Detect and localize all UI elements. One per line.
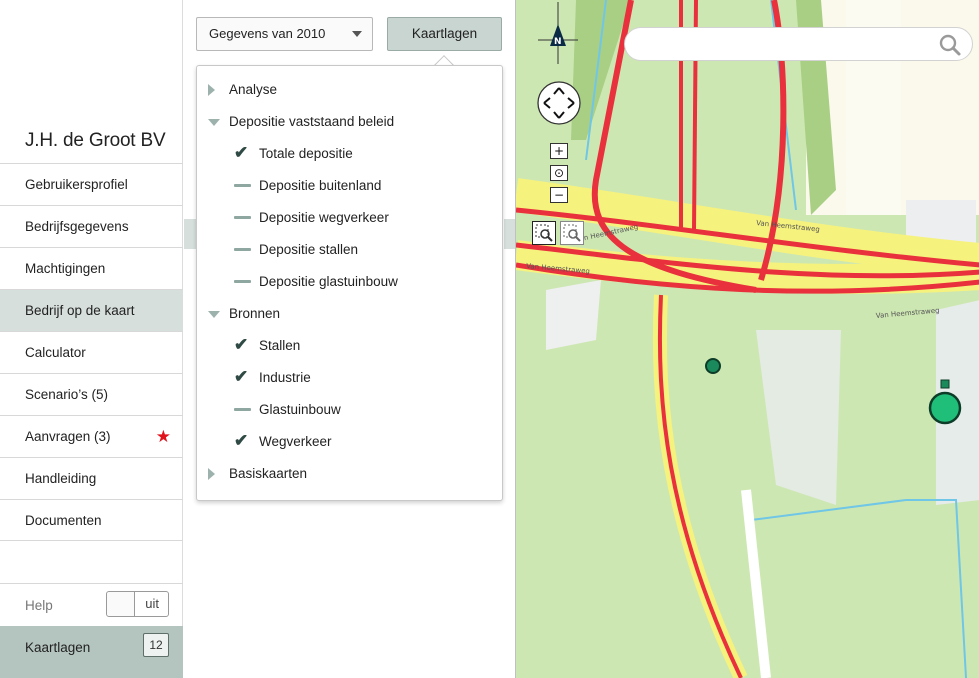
checkmark-icon: ✔	[234, 431, 249, 450]
nav-label: Machtigingen	[25, 261, 106, 276]
tree-item-depositie-wegverkeer[interactable]: Depositie wegverkeer	[197, 202, 497, 234]
map-highway	[652, 294, 748, 678]
tree-group-analyse[interactable]: Analyse	[208, 74, 278, 106]
nav-label: Handleiding	[25, 471, 97, 486]
tree-group-depositie[interactable]: Depositie vaststaand beleid	[208, 106, 395, 138]
nav-item-bedrijf-op-de-kaart[interactable]: Bedrijf op de kaart	[0, 289, 183, 331]
tree-label: Bronnen	[229, 306, 281, 321]
collapse-triangle-icon	[208, 311, 220, 318]
kaartlagen-button[interactable]: Kaartlagen	[387, 17, 502, 51]
tree-label: Depositie vaststaand beleid	[229, 114, 395, 129]
tree-item-depositie-stallen[interactable]: Depositie stallen	[197, 234, 497, 266]
road-label: Van Heemstraweg	[575, 223, 639, 244]
help-toggle[interactable]: uit	[106, 591, 169, 617]
kaartlagen-label: Kaartlagen	[25, 640, 91, 655]
panel-highlight-left	[184, 219, 196, 249]
nav-item-aanvragen[interactable]: Aanvragen (3) ★	[0, 415, 183, 457]
tree-item-depositie-glastuinbouw[interactable]: Depositie glastuinbouw	[197, 266, 497, 298]
map-building-plot	[546, 280, 601, 350]
road-label: Van Heemstraweg	[875, 306, 939, 320]
tree-item-wegverkeer[interactable]: ✔ Wegverkeer	[197, 426, 497, 458]
year-select-value: Gegevens van 2010	[209, 26, 326, 41]
map-search-input[interactable]	[624, 27, 973, 61]
tree-item-depositie-buitenland[interactable]: Depositie buitenland	[197, 170, 497, 202]
unchecked-dash-icon	[234, 184, 251, 187]
panel-highlight-right	[504, 219, 515, 249]
nav-item-bedrijfsgegevens[interactable]: Bedrijfsgegevens	[0, 205, 183, 247]
checkmark-icon: ✔	[234, 367, 249, 386]
tree-label: Stallen	[259, 338, 301, 353]
star-icon: ★	[155, 427, 171, 446]
tree-label: Basiskaarten	[229, 466, 308, 481]
zoom-out-icon[interactable]: −	[550, 187, 568, 203]
unchecked-dash-icon	[234, 216, 251, 219]
kaartlagen-count-badge: 12	[143, 633, 169, 657]
tree-label: Totale depositie	[259, 146, 353, 161]
year-select[interactable]: Gegevens van 2010	[196, 17, 373, 51]
tree-group-basiskaarten[interactable]: Basiskaarten	[208, 458, 308, 490]
toggle-state: uit	[145, 596, 159, 611]
checkmark-icon: ✔	[234, 335, 249, 354]
map-canvas[interactable]: Van Heemstraweg Van Heemstraweg Van Heem…	[515, 0, 979, 678]
tree-label: Analyse	[229, 82, 278, 97]
main-nav: Gebruikersprofiel Bedrijfsgegevens Macht…	[0, 163, 183, 541]
compass-icon[interactable]: N	[530, 2, 590, 132]
map-building-plot	[756, 330, 841, 505]
tree-item-totale-depositie[interactable]: ✔ Totale depositie	[197, 138, 497, 170]
sidebar: J.H. de Groot BV Gebruikersprofiel Bedri…	[0, 0, 183, 678]
nav-label: Aanvragen (3)	[25, 429, 111, 444]
nav-item-gebruikersprofiel[interactable]: Gebruikersprofiel	[0, 163, 183, 205]
checkmark-icon: ✔	[234, 143, 249, 162]
nav-item-documenten[interactable]: Documenten	[0, 499, 183, 541]
nav-item-handleiding[interactable]: Handleiding	[0, 457, 183, 499]
tree-group-bronnen[interactable]: Bronnen	[208, 298, 281, 330]
layers-dropdown: Analyse Depositie vaststaand beleid ✔ To…	[196, 65, 503, 501]
expand-triangle-icon	[208, 468, 215, 480]
nav-label: Gebruikersprofiel	[25, 177, 128, 192]
unchecked-dash-icon	[234, 280, 251, 283]
compass-label: N	[554, 37, 562, 47]
zoom-reset-icon[interactable]: ⊙	[550, 165, 568, 181]
collapse-triangle-icon	[208, 119, 220, 126]
nav-item-scenarios[interactable]: Scenario’s (5)	[0, 373, 183, 415]
unchecked-dash-icon	[234, 408, 251, 411]
chevron-down-icon	[352, 31, 362, 37]
help-row: Help uit	[0, 583, 183, 626]
tree-label: Depositie wegverkeer	[259, 210, 389, 225]
selected-source-marker	[928, 391, 962, 425]
map-ditch	[750, 499, 907, 521]
source-marker	[705, 358, 721, 374]
nav-label: Scenario’s (5)	[25, 387, 109, 402]
marker-stem	[940, 379, 950, 389]
tree-label: Depositie buitenland	[259, 178, 382, 193]
tree-item-glastuinbouw[interactable]: Glastuinbouw	[197, 394, 497, 426]
nav-label: Documenten	[25, 513, 102, 528]
nav-item-calculator[interactable]: Calculator	[0, 331, 183, 373]
tree-label: Depositie stallen	[259, 242, 359, 257]
search-icon[interactable]	[938, 33, 962, 57]
nav-label: Bedrijf op de kaart	[25, 303, 135, 318]
toggle-knob	[107, 592, 135, 616]
tree-item-industrie[interactable]: ✔ Industrie	[197, 362, 497, 394]
kaartlagen-row[interactable]: Kaartlagen 12	[0, 626, 183, 678]
tree-label: Glastuinbouw	[259, 402, 341, 417]
tree-label: Wegverkeer	[259, 434, 332, 449]
tree-label: Industrie	[259, 370, 311, 385]
zoom-in-icon[interactable]: +	[550, 143, 568, 159]
zoom-box-out-icon[interactable]	[560, 221, 584, 245]
tree-item-stallen[interactable]: ✔ Stallen	[197, 330, 497, 362]
unchecked-dash-icon	[234, 248, 251, 251]
tree-label: Depositie glastuinbouw	[259, 274, 398, 289]
zoom-box-icon[interactable]	[532, 221, 556, 245]
company-name: J.H. de Groot BV	[25, 130, 166, 151]
nav-label: Calculator	[25, 345, 86, 360]
map-ditch	[906, 499, 967, 678]
nav-label: Bedrijfsgegevens	[25, 219, 129, 234]
help-label: Help	[25, 598, 53, 613]
nav-item-machtigingen[interactable]: Machtigingen	[0, 247, 183, 289]
expand-triangle-icon	[208, 84, 215, 96]
